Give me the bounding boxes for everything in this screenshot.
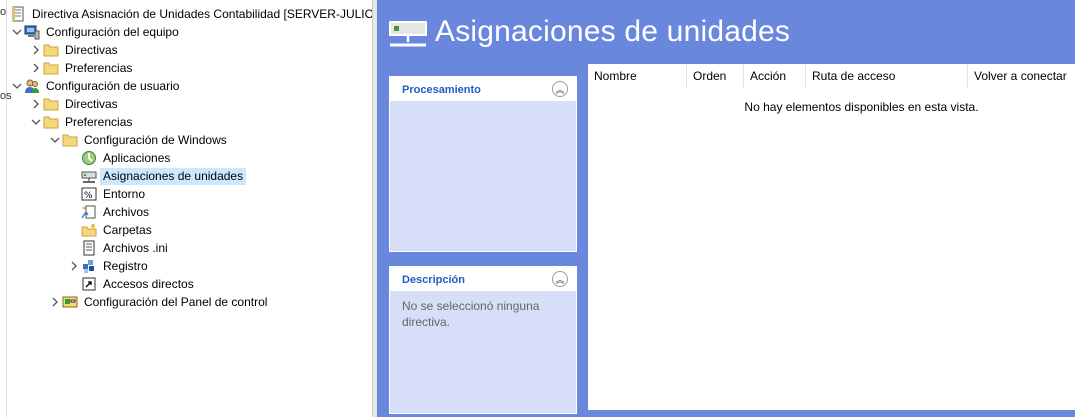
svg-text:%: % [84,191,93,201]
tree-root-label: Directiva Asisnación de Unidades Contabi… [32,6,386,21]
description-panel: Descripción ︽ No se seleccionó ninguna d… [389,266,577,414]
tree-item-computer-config[interactable]: Configuración del equipo [10,23,182,41]
tree-item-shortcuts[interactable]: Accesos directos [81,275,197,293]
tree-item-label: Configuración de Windows [84,132,227,147]
tree-item-label: Archivos .ini [103,240,168,255]
panel-title: Descripción [402,274,465,286]
tree-item-label: Aplicaciones [103,150,171,165]
folder-icon [43,44,59,57]
collapse-icon[interactable]: ︽ [552,271,568,287]
tree-item-windows-settings[interactable]: Configuración de Windows [48,131,230,149]
folder-icon [43,98,59,111]
tree-item-label: Entorno [103,186,146,201]
tree-item-label: Configuración del Panel de control [84,294,268,309]
folder-star-icon [81,224,97,237]
registry-icon [83,260,94,273]
tree-item-label: Archivos [103,204,150,219]
folder-icon [62,134,78,147]
clipped-text: o [0,6,7,18]
tree-pane[interactable]: o os Directiva Asisnación de Unidades Co… [0,0,386,417]
files-icon [81,205,96,219]
chevron-right-icon[interactable] [67,257,81,275]
environment-icon: % [81,187,97,201]
tree-item-label: Directivas [65,42,118,57]
tree-item-cc-preferences[interactable]: Preferencias [29,59,135,77]
tree-item-label: Preferencias [65,114,133,129]
folder-icon [43,116,59,129]
chevron-right-icon[interactable] [29,95,43,113]
tree-item-environment[interactable]: % Entorno [81,185,148,203]
panel-header[interactable]: Procesamiento ︽ [390,77,576,101]
panel-title: Procesamiento [402,84,481,96]
tree-item-label: Asignaciones de unidades [100,167,247,185]
tree-item-label: Accesos directos [103,276,194,291]
chevron-down-icon[interactable] [29,113,43,131]
column-header-path[interactable]: Ruta de acceso [806,64,968,88]
tree-item-label: Configuración de usuario [46,78,180,93]
description-text: No se seleccionó ninguna directiva. [402,299,540,329]
tree-item-label: Carpetas [103,222,152,237]
chevron-right-icon[interactable] [48,293,62,311]
details-pane: Asignaciones de unidades Procesamiento ︽… [377,0,1075,417]
tree-item-user-config[interactable]: Configuración de usuario [10,77,182,95]
tree-item-drive-maps[interactable]: Asignaciones de unidades [81,167,247,185]
policy-document-icon [12,6,24,22]
tree-border [6,0,7,417]
tree-item-uc-preferences[interactable]: Preferencias [29,113,135,131]
tree-item-label: Configuración del equipo [46,24,179,39]
tree-item-registry[interactable]: Registro [67,257,151,275]
empty-list-message: No hay elementos disponibles en esta vis… [744,100,979,114]
chevron-right-icon[interactable] [29,41,43,59]
users-icon [25,79,39,93]
column-header-reconnect[interactable]: Volver a conectar [968,64,1075,88]
panel-header[interactable]: Descripción ︽ [390,267,576,291]
tree-item-files[interactable]: Archivos [81,203,152,221]
computer-icon [24,25,40,40]
items-list[interactable]: Nombre Orden Acción Ruta de acceso Volve… [588,64,1075,410]
tree-item-label: Preferencias [65,60,133,75]
tree-item-label: Registro [103,258,148,273]
tree-item-control-panel[interactable]: Configuración del Panel de control [48,293,270,311]
tree-root[interactable]: Directiva Asisnación de Unidades Contabi… [10,5,389,23]
tree-item-folders[interactable]: Carpetas [81,221,155,239]
shortcut-icon [82,277,96,291]
tree-item-applications[interactable]: Aplicaciones [81,149,173,167]
drive-map-icon [81,171,97,183]
column-header-order[interactable]: Orden [687,64,744,88]
tree-item-uc-policies[interactable]: Directivas [29,95,121,113]
tree-item-cc-policies[interactable]: Directivas [29,41,121,59]
ini-file-icon [83,240,95,256]
chevron-right-icon[interactable] [29,59,43,77]
tree-item-ini-files[interactable]: Archivos .ini [81,239,171,257]
chevron-down-icon[interactable] [10,77,24,95]
drive-map-icon [389,21,427,47]
column-header-name[interactable]: Nombre [588,64,687,88]
chevron-down-icon[interactable] [10,23,24,41]
applications-icon [82,151,96,165]
column-header-action[interactable]: Acción [744,64,806,88]
page-title: Asignaciones de unidades [435,15,791,48]
tree-item-label: Directivas [65,96,118,111]
chevron-down-icon[interactable] [48,131,62,149]
control-panel-icon [62,296,78,308]
folder-icon [43,62,59,75]
collapse-icon[interactable]: ︽ [552,81,568,97]
processing-panel: Procesamiento ︽ [389,76,577,252]
